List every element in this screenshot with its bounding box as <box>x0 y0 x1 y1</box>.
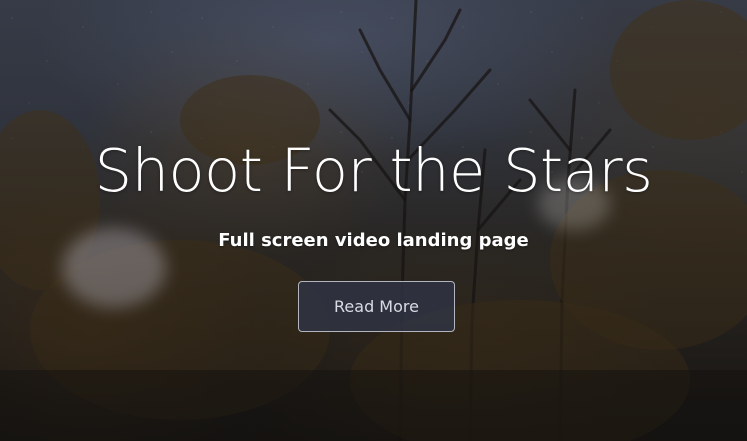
hero-content: Shoot For the Stars Full screen video la… <box>0 0 747 441</box>
hero-title: Shoot For the Stars <box>94 136 653 205</box>
read-more-button[interactable]: Read More <box>298 281 455 332</box>
hero-subtitle: Full screen video landing page <box>218 230 529 251</box>
hero-video-background: Shoot For the Stars Full screen video la… <box>0 0 747 441</box>
